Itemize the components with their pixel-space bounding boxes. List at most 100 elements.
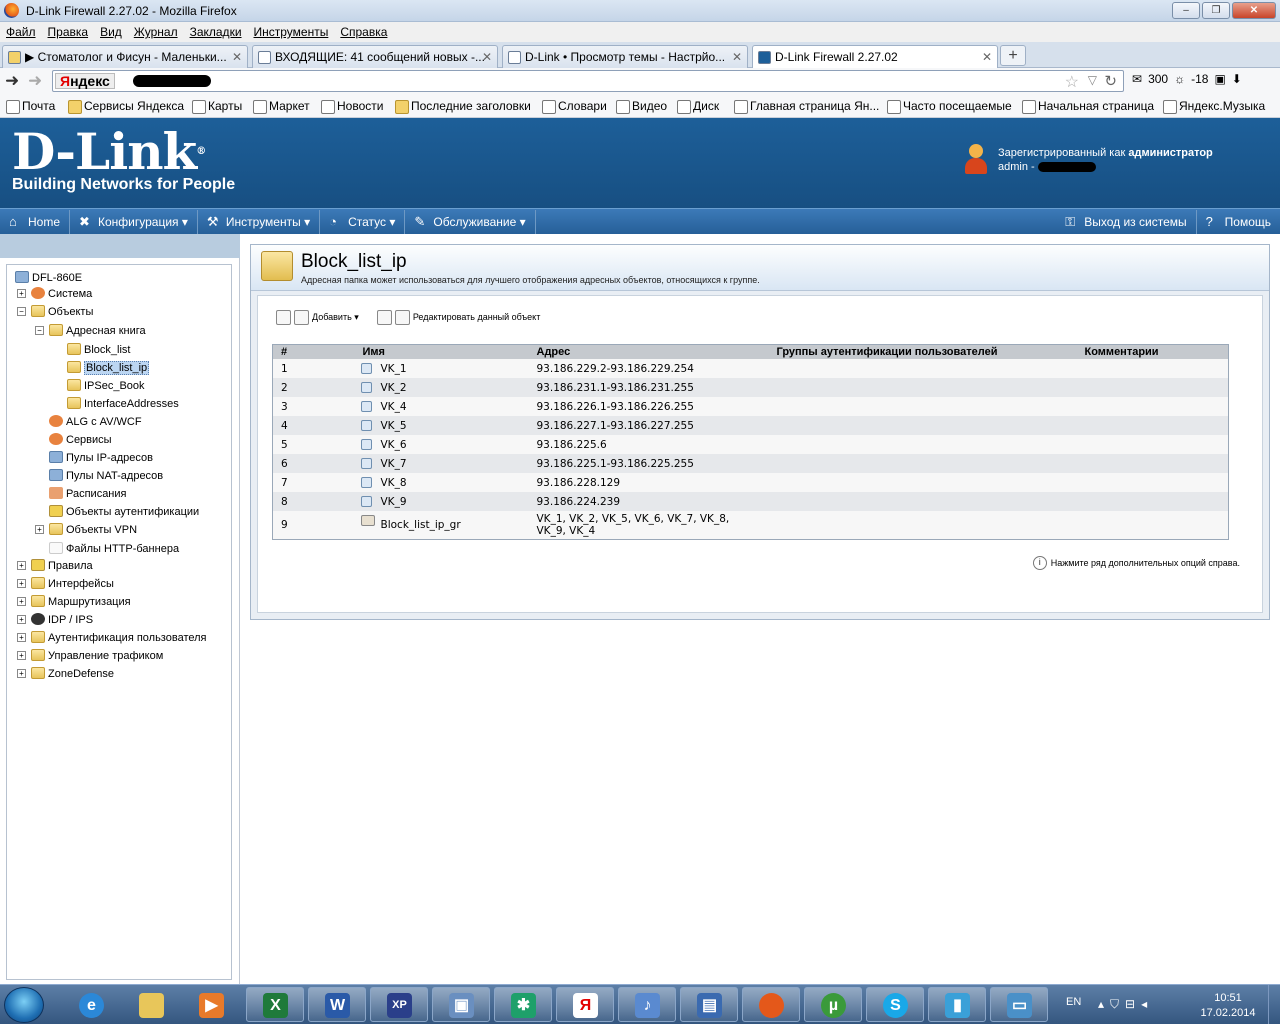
bookmark-item[interactable]: Почта	[4, 99, 55, 114]
bookmark-item[interactable]: Яндекс.Музыка	[1161, 99, 1265, 114]
table-row[interactable]: 6 VK_7 93.186.225.1-93.186.225.255	[272, 454, 1229, 473]
bookmark-star-icon[interactable]: ☆	[1065, 72, 1079, 92]
tree-nat-pools[interactable]: Пулы NAT-адресов	[49, 469, 163, 483]
bookmark-folder[interactable]: Сервисы Яндекса	[66, 99, 184, 114]
menu-file[interactable]: Файл	[6, 22, 36, 42]
tree-ip-pools[interactable]: Пулы IP-адресов	[49, 451, 153, 465]
taskbar-monitor[interactable]: ▭	[990, 987, 1048, 1022]
cell-name[interactable]: VK_4	[354, 397, 529, 416]
close-tab-icon[interactable]: ✕	[482, 46, 492, 68]
table-row[interactable]: 5 VK_6 93.186.225.6	[272, 435, 1229, 454]
tree-addressbook[interactable]: − Адресная книга	[35, 324, 146, 338]
weather-sun-icon[interactable]: ☼	[1174, 72, 1185, 86]
weather-temp[interactable]: -18	[1191, 72, 1208, 86]
cell-name[interactable]: VK_9	[354, 492, 529, 511]
show-desktop-button[interactable]	[1268, 985, 1280, 1024]
taskbar-word[interactable]: W	[308, 987, 366, 1022]
add-button[interactable]: Добавить ▾	[276, 310, 359, 325]
taskbar-ie[interactable]: e	[62, 987, 120, 1022]
tree-auth-objects[interactable]: Объекты аутентификации	[49, 505, 199, 519]
tree-objects[interactable]: − Объекты	[17, 305, 93, 319]
bookmark-item[interactable]: Словари	[540, 99, 607, 114]
tree-root[interactable]: DFL-860E	[15, 271, 82, 285]
bookmark-item[interactable]: Маркет	[251, 99, 310, 114]
cell-name[interactable]: VK_8	[354, 473, 529, 492]
col-number[interactable]: #	[272, 344, 355, 359]
nav-help[interactable]: ? Помощь	[1197, 210, 1280, 234]
nav-logout[interactable]: ⚿ Выход из системы	[1056, 209, 1197, 234]
table-row[interactable]: 8 VK_9 93.186.224.239	[272, 492, 1229, 511]
start-button[interactable]	[4, 987, 44, 1023]
menu-help[interactable]: Справка	[340, 22, 387, 42]
tree-routing[interactable]: + Маршрутизация	[17, 595, 131, 609]
expand-icon[interactable]: +	[17, 561, 26, 570]
tree-schedules[interactable]: Расписания	[49, 487, 126, 501]
forward-arrow-icon[interactable]: ➜	[28, 71, 42, 91]
url-bar[interactable]: Яндекс ☆ ▽ ↻	[52, 70, 1124, 92]
edit-object-button[interactable]: Редактировать данный объект	[376, 310, 540, 325]
new-tab-button[interactable]: +	[1000, 45, 1026, 66]
nav-tools[interactable]: ⚒ Инструменты ▾	[198, 209, 321, 234]
bookmark-item[interactable]: Диск	[675, 99, 719, 114]
cell-name[interactable]: VK_1	[354, 359, 529, 378]
back-arrow-icon[interactable]: ➜	[5, 71, 19, 91]
tree-block-list[interactable]: Block_list	[67, 343, 130, 357]
tree-interfaces[interactable]: + Интерфейсы	[17, 577, 114, 591]
table-row[interactable]: 2 VK_2 93.186.231.1-93.186.231.255	[272, 378, 1229, 397]
nav-home[interactable]: ⌂ Home	[0, 209, 71, 234]
table-row[interactable]: 4 VK_5 93.186.227.1-93.186.227.255	[272, 416, 1229, 435]
expand-icon[interactable]: +	[17, 633, 26, 642]
tab-4-active[interactable]: D-Link Firewall 2.27.02 ✕	[752, 45, 998, 68]
close-tab-icon[interactable]: ✕	[232, 46, 242, 68]
maximize-button[interactable]: ❐	[1202, 2, 1230, 19]
menu-view[interactable]: Вид	[100, 22, 122, 42]
tree-block-list-ip[interactable]: Block_list_ip	[67, 361, 150, 375]
taskbar-app[interactable]: ✱	[494, 987, 552, 1022]
taskbar-audio[interactable]: ♪	[618, 987, 676, 1022]
tree-zonedefense[interactable]: + ZoneDefense	[17, 667, 114, 681]
expand-icon[interactable]: +	[17, 615, 26, 624]
tab-1[interactable]: ▶ Стоматолог и Фисун - Маленьки... ✕	[2, 45, 248, 68]
expand-icon[interactable]: +	[17, 289, 26, 298]
menu-tools[interactable]: Инструменты	[254, 22, 329, 42]
taskbar-yandex[interactable]: Я	[556, 987, 614, 1022]
bookmark-item[interactable]: Начальная страница	[1020, 99, 1154, 114]
expand-icon[interactable]: +	[35, 525, 44, 534]
taskbar-network[interactable]: ▤	[680, 987, 738, 1022]
tree-traffic[interactable]: + Управление трафиком	[17, 649, 163, 663]
expand-icon[interactable]: +	[17, 669, 26, 678]
tab-3[interactable]: D-Link • Просмотр темы - Настрйо... ✕	[502, 45, 748, 68]
addon-icon[interactable]: ▣	[1214, 72, 1225, 86]
cell-name[interactable]: VK_5	[354, 416, 529, 435]
col-auth-groups[interactable]: Группы аутентификации пользователей	[768, 344, 1077, 359]
mail-icon[interactable]: ✉	[1132, 72, 1142, 86]
close-window-button[interactable]: ✕	[1232, 2, 1276, 19]
tree-vpn-objects[interactable]: + Объекты VPN	[35, 523, 137, 537]
taskbar-excel[interactable]: X	[246, 987, 304, 1022]
tree-user-auth[interactable]: + Аутентификация пользователя	[17, 631, 207, 645]
col-comments[interactable]: Комментарии	[1076, 344, 1229, 359]
tree-interface-addresses[interactable]: InterfaceAddresses	[67, 397, 179, 411]
taskbar-remote[interactable]: ▣	[432, 987, 490, 1022]
table-row[interactable]: 7 VK_8 93.186.228.129	[272, 473, 1229, 492]
cell-name[interactable]: VK_6	[354, 435, 529, 454]
bookmark-item[interactable]: Видео	[614, 99, 667, 114]
expand-icon[interactable]: +	[17, 651, 26, 660]
table-row[interactable]: 9 Block_list_ip_gr VK_1, VK_2, VK_5, VK_6,…	[272, 511, 1229, 540]
tree-system[interactable]: + Система	[17, 287, 92, 301]
chevron-down-icon[interactable]: ▽	[1088, 73, 1097, 87]
table-row[interactable]: 3 VK_4 93.186.226.1-93.186.226.255	[272, 397, 1229, 416]
nav-maintenance[interactable]: ✎ Обслуживание ▾	[405, 209, 536, 234]
tree-http-banner[interactable]: Файлы HTTP-баннера	[49, 542, 179, 556]
yandex-logo[interactable]: Яндекс	[55, 73, 115, 89]
col-name[interactable]: Имя	[354, 344, 529, 359]
bookmark-rss-item[interactable]: Последние заголовки	[393, 99, 531, 114]
reload-icon[interactable]: ↻	[1104, 72, 1117, 90]
nav-configuration[interactable]: ✖ Конфигурация ▾	[70, 209, 198, 234]
tab-2[interactable]: ВХОДЯЩИЕ: 41 сообщений новых -... ✕	[252, 45, 498, 68]
col-address[interactable]: Адрес	[528, 344, 769, 359]
language-indicator[interactable]: EN	[1066, 996, 1081, 1008]
tree-ipsec-book[interactable]: IPSec_Book	[67, 379, 145, 393]
clock[interactable]: 10:51 17.02.2014	[1198, 991, 1258, 1021]
tree-idp[interactable]: + IDP / IPS	[17, 613, 93, 627]
